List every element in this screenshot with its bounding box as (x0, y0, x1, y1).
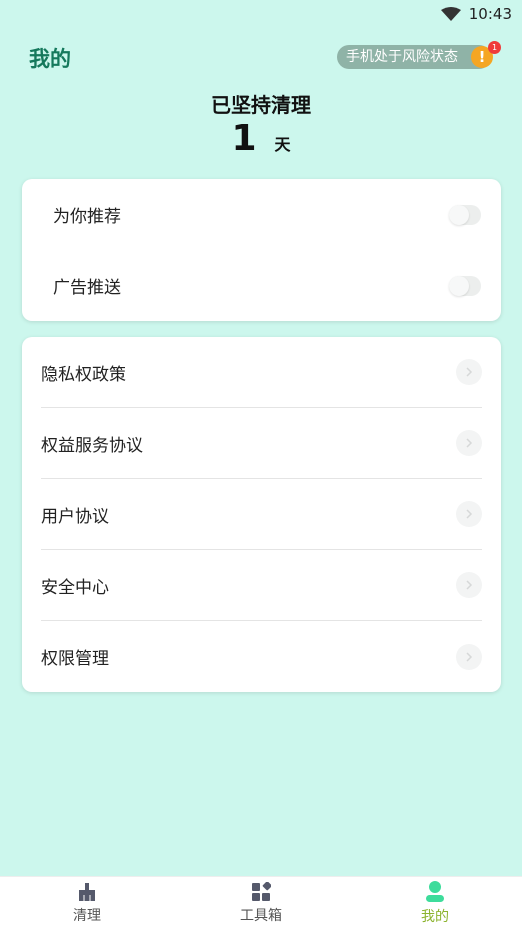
ad-push-toggle[interactable] (449, 275, 481, 296)
link-user-agreement[interactable]: 用户协议 (41, 479, 482, 550)
link-label: 安全中心 (41, 577, 109, 598)
nav-clean[interactable]: 清理 (0, 877, 174, 929)
toggle-row-recommend: 为你推荐 (22, 179, 501, 250)
toggle-row-ad-push: 广告推送 (22, 250, 501, 321)
bottom-nav: 清理 工具箱 我的 (0, 876, 522, 929)
links-card: 隐私权政策 权益服务协议 用户协议 安全中心 权限管理 (22, 337, 501, 692)
nav-label: 清理 (73, 907, 101, 924)
nav-toolbox[interactable]: 工具箱 (174, 877, 348, 929)
status-bar: 10:43 (0, 0, 522, 28)
switch-knob (449, 204, 469, 225)
link-label: 用户协议 (41, 506, 109, 527)
broom-icon (79, 882, 95, 901)
nav-label: 工具箱 (240, 907, 282, 924)
link-permission-management[interactable]: 权限管理 (41, 621, 482, 692)
risk-status-button[interactable]: 手机处于风险状态 (337, 45, 491, 69)
chevron-right-icon (456, 643, 482, 670)
notification-badge: 1 (488, 41, 501, 54)
nav-mine[interactable]: 我的 (348, 877, 522, 929)
person-icon (426, 880, 444, 902)
link-label: 权益服务协议 (41, 435, 143, 456)
nav-label: 我的 (421, 908, 449, 925)
chevron-right-icon (456, 572, 482, 598)
streak-value-row: 1 天 (0, 118, 522, 159)
toolbox-grid-icon (252, 881, 271, 901)
link-privacy-policy[interactable]: 隐私权政策 (41, 337, 482, 408)
risk-status-text: 手机处于风险状态 (346, 49, 458, 65)
link-security-center[interactable]: 安全中心 (41, 550, 482, 621)
streak-label: 已坚持清理 (211, 93, 311, 117)
toggle-label: 广告推送 (53, 278, 121, 298)
recommend-toggle[interactable] (449, 204, 481, 225)
page-title: 我的 (29, 47, 71, 71)
link-label: 权限管理 (41, 649, 109, 669)
streak-unit: 天 (274, 135, 291, 154)
settings-toggle-card: 为你推荐 广告推送 (22, 179, 501, 321)
wifi-icon (440, 7, 461, 21)
profile-page: 10:43 我的 手机处于风险状态 ! 1 已坚持清理 1 天 为你推荐 广告推… (0, 0, 522, 929)
status-time: 10:43 (468, 5, 512, 23)
link-service-agreement[interactable]: 权益服务协议 (41, 408, 482, 479)
toggle-label: 为你推荐 (53, 207, 121, 227)
link-label: 隐私权政策 (41, 364, 126, 385)
chevron-right-icon (456, 430, 482, 456)
chevron-right-icon (456, 359, 482, 385)
switch-knob (449, 275, 469, 296)
streak-count: 1 (231, 118, 257, 159)
chevron-right-icon (456, 501, 482, 527)
